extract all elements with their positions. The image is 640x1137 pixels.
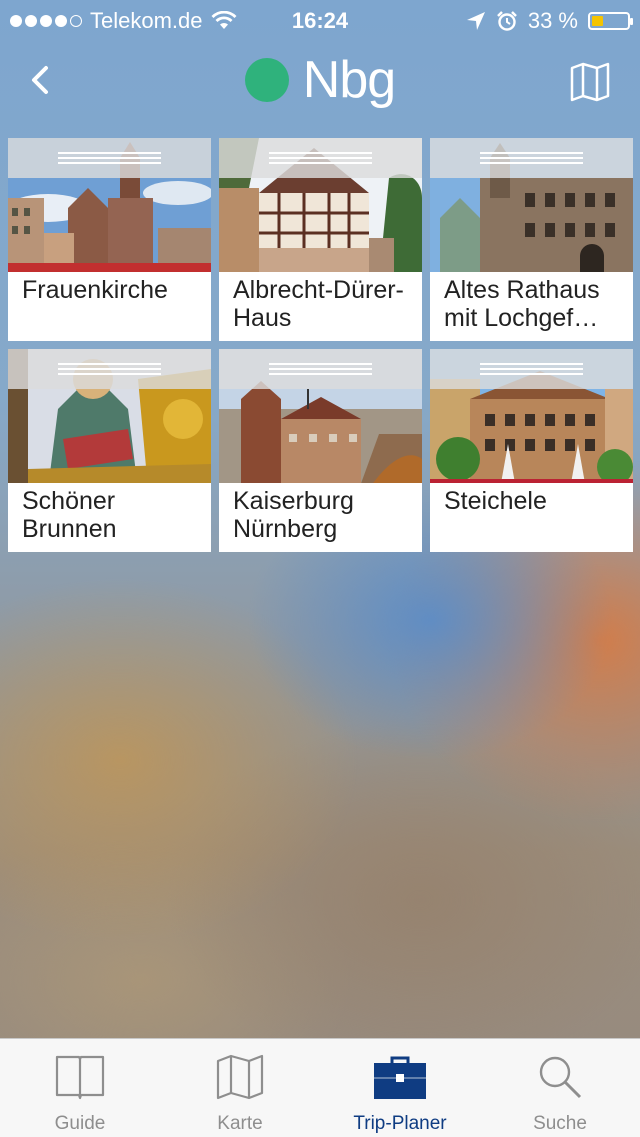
tab-karte[interactable]: Karte <box>160 1039 320 1137</box>
tab-label: Suche <box>533 1113 587 1134</box>
drag-handle[interactable] <box>219 349 422 389</box>
map-icon <box>570 62 610 102</box>
book-icon <box>55 1055 105 1100</box>
map-icon <box>216 1054 264 1100</box>
sight-tile-frauenkirche[interactable]: Frauenkirche <box>8 138 211 341</box>
tab-label: Guide <box>54 1113 106 1134</box>
sight-title: Schöner Brunnen <box>8 483 211 552</box>
drag-handle[interactable] <box>430 349 633 389</box>
tab-suche[interactable]: Suche <box>480 1039 640 1137</box>
sight-tile-schoener-brunnen[interactable]: Schöner Brunnen <box>8 349 211 552</box>
page-title: Nbg <box>302 51 396 109</box>
drag-handle[interactable] <box>219 138 422 178</box>
tab-guide[interactable]: Guide <box>0 1039 160 1137</box>
tab-label: Trip-Planer <box>353 1113 447 1134</box>
status-bar: Telekom.de 16:24 33 % <box>0 0 640 40</box>
sight-title: Altes Rathaus mit Lochgef… <box>430 272 633 341</box>
sight-tile-kaiserburg-nuernberg[interactable]: Kaiserburg Nürnberg <box>219 349 422 552</box>
sight-tile-steichele[interactable]: Steichele <box>430 349 633 552</box>
tab-bar: Guide Karte Trip-Planer Suche <box>0 1038 640 1137</box>
drag-handle[interactable] <box>8 349 211 389</box>
sight-title: Frauenkirche <box>8 272 211 341</box>
alarm-clock-icon <box>496 11 517 31</box>
tab-trip-planer[interactable]: Trip-Planer <box>320 1039 480 1137</box>
drag-handle[interactable] <box>430 138 633 178</box>
drag-handle[interactable] <box>8 138 211 178</box>
status-right: 33 % <box>466 8 633 34</box>
title-group: Nbg <box>0 50 640 110</box>
search-icon <box>539 1056 582 1099</box>
map-button[interactable] <box>568 62 612 102</box>
battery-level <box>592 16 603 26</box>
sights-grid: Frauenkirche Albrecht-Dürer-Haus Altes R… <box>8 138 633 552</box>
battery-percent: 33 % <box>527 8 578 33</box>
briefcase-icon <box>374 1056 426 1099</box>
tab-label: Karte <box>217 1113 263 1134</box>
city-color-dot <box>244 58 289 102</box>
navigation-bar: Nbg <box>0 40 640 128</box>
sight-title: Albrecht-Dürer-Haus <box>219 272 422 341</box>
sight-tile-albrecht-duerer-haus[interactable]: Albrecht-Dürer-Haus <box>219 138 422 341</box>
sight-title: Steichele <box>430 483 633 552</box>
sight-title: Kaiserburg Nürnberg <box>219 483 422 552</box>
location-arrow-icon <box>466 12 485 30</box>
sight-tile-altes-rathaus[interactable]: Altes Rathaus mit Lochgef… <box>430 138 633 341</box>
battery-icon <box>588 12 633 30</box>
